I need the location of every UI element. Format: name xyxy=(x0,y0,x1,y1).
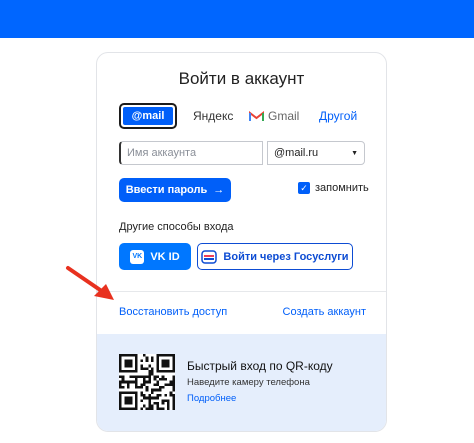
login-row: @mail.ru ▼ xyxy=(119,141,365,165)
chevron-down-icon: ▼ xyxy=(351,149,358,157)
qr-more-link[interactable]: Подробнее xyxy=(187,393,236,404)
provider-gmail-label: Gmail xyxy=(268,109,300,123)
restore-access-link[interactable]: Восстановить доступ xyxy=(119,306,227,318)
remember-label: запомнить xyxy=(315,182,369,194)
qr-code-icon xyxy=(119,354,175,410)
remember-checkbox-row: ✓ запомнить xyxy=(298,182,369,194)
domain-select-value: @mail.ru xyxy=(274,147,319,159)
account-name-input[interactable] xyxy=(119,141,263,165)
vk-icon: VK xyxy=(130,249,145,264)
enter-password-label: Ввести пароль xyxy=(125,184,208,196)
domain-select[interactable]: @mail.ru ▼ xyxy=(267,141,365,165)
provider-mail-label: mail xyxy=(142,110,165,122)
provider-other-tab[interactable]: Другой xyxy=(319,103,357,129)
provider-yandex-tab[interactable]: Яндекс xyxy=(193,103,233,129)
at-icon: @ xyxy=(131,110,143,122)
vk-id-button[interactable]: VK VK ID xyxy=(119,243,191,270)
pointer-arrow xyxy=(66,266,114,300)
provider-other-label: Другой xyxy=(319,109,358,123)
arrow-right-icon: → xyxy=(213,184,225,196)
qr-subtitle: Наведите камеру телефона xyxy=(187,377,310,388)
gosuslugi-icon xyxy=(201,249,218,264)
divider xyxy=(97,291,386,292)
provider-mail-tab[interactable]: @ mail xyxy=(119,103,177,129)
create-account-link[interactable]: Создать аккаунт xyxy=(283,306,366,318)
vk-id-label: VK ID xyxy=(150,250,180,263)
provider-tabs: @ mail Яндекс Gmail Другой xyxy=(119,103,376,129)
gosuslugi-label: Войти через Госуслуги xyxy=(223,250,349,263)
login-title: Войти в аккаунт xyxy=(178,69,305,88)
qr-login-section: Быстрый вход по QR-коду Наведите камеру … xyxy=(97,334,386,431)
other-methods-label: Другие способы входа xyxy=(119,221,234,233)
provider-yandex-label: Яндекс xyxy=(193,109,234,123)
qr-title: Быстрый вход по QR-коду xyxy=(187,359,333,373)
top-bar xyxy=(0,0,474,38)
gmail-icon xyxy=(249,110,264,121)
provider-gmail-tab[interactable]: Gmail xyxy=(249,103,299,129)
gosuslugi-button[interactable]: Войти через Госуслуги xyxy=(197,243,353,270)
login-card: Войти в аккаунт @ mail Яндекс Gmail Друг… xyxy=(96,52,387,432)
check-icon: ✓ xyxy=(300,182,308,193)
remember-checkbox[interactable]: ✓ xyxy=(298,182,310,194)
enter-password-button[interactable]: Ввести пароль → xyxy=(119,178,231,202)
